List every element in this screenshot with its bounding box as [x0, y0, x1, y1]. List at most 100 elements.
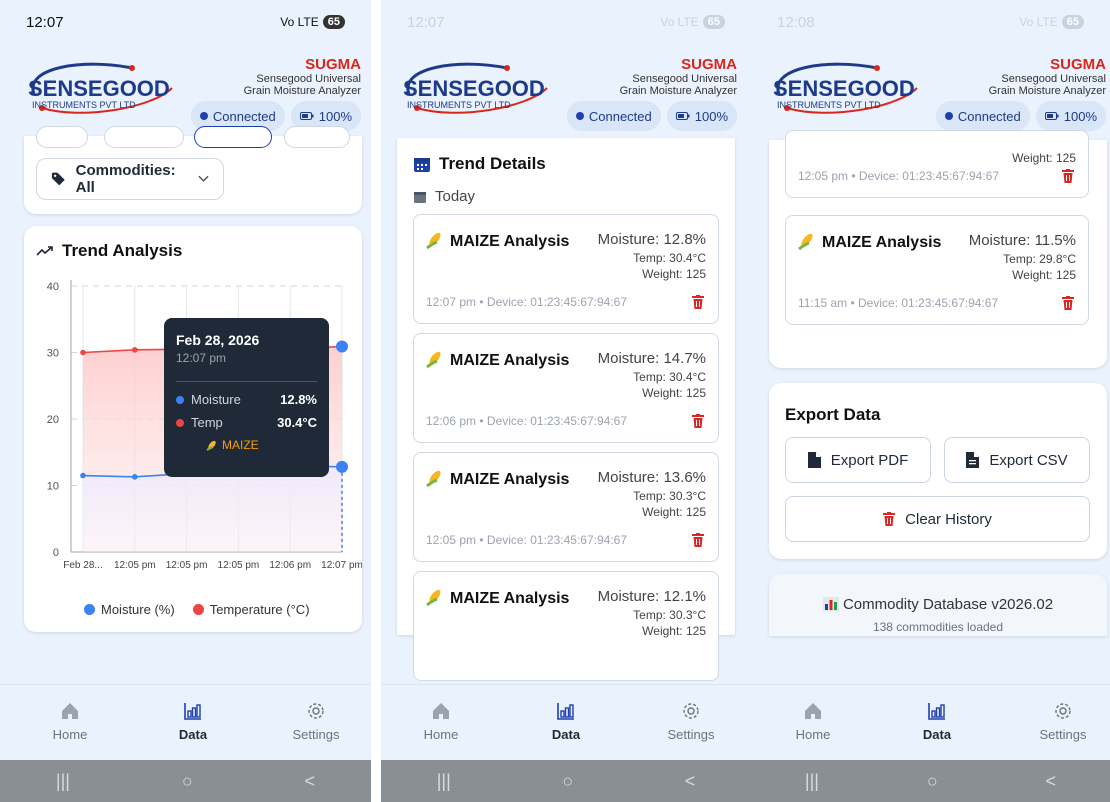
- export-csv-button[interactable]: Export CSV: [944, 437, 1090, 483]
- filter-chip-4[interactable]: [284, 126, 350, 148]
- record-title-label: MAIZE Analysis: [450, 352, 570, 369]
- battery-label: 100%: [694, 108, 728, 124]
- recents-button[interactable]: |||: [437, 771, 451, 792]
- nav-data[interactable]: Data: [897, 701, 977, 742]
- tooltip-temp-label: Temp: [191, 415, 223, 430]
- gear-icon: [308, 703, 324, 719]
- record-temp: Temp: 30.4°C: [633, 251, 706, 265]
- home-icon: [805, 703, 821, 719]
- bottom-nav: Home Data Settings: [751, 684, 1110, 760]
- gear-icon: [1055, 703, 1071, 719]
- connected-pill[interactable]: Connected: [566, 101, 661, 131]
- battery-icon: [299, 112, 314, 120]
- trash-icon[interactable]: [692, 295, 704, 309]
- nav-data[interactable]: Data: [526, 701, 606, 742]
- chart-tooltip: Feb 28, 2026 12:07 pm Moisture 12.8% Temp…: [164, 318, 329, 477]
- filter-chip-2[interactable]: [104, 126, 184, 148]
- svg-text:SENSEGOOD: SENSEGOOD: [403, 76, 545, 101]
- nav-settings[interactable]: Settings: [1023, 701, 1103, 742]
- nav-home[interactable]: Home: [30, 701, 110, 742]
- back-button[interactable]: <: [685, 771, 696, 792]
- y-tick-label: 10: [47, 481, 59, 493]
- record-footer: 12:06 pm • Device: 01:23:45:67:94:67: [426, 414, 628, 428]
- brand-subtitle-2: Grain Moisture Analyzer: [619, 85, 737, 97]
- record-card[interactable]: MAIZE Analysis Moisture: 14.7% Temp: 30.4°…: [413, 333, 719, 443]
- record-weight: Weight: 125: [642, 505, 706, 519]
- battery-icon: [1044, 112, 1059, 120]
- record-temp: Temp: 30.3°C: [633, 489, 706, 503]
- back-button[interactable]: <: [1046, 771, 1057, 792]
- sensegood-logo: SENSEGOOD INSTRUMENTS PVT LTD: [773, 62, 918, 114]
- export-pdf-label: Export PDF: [830, 451, 909, 469]
- trash-icon[interactable]: [1062, 296, 1074, 310]
- system-home-button[interactable]: ○: [562, 771, 573, 792]
- brand-subtitle-2: Grain Moisture Analyzer: [988, 85, 1106, 97]
- recents-button[interactable]: |||: [56, 771, 70, 792]
- trash-icon[interactable]: [692, 533, 704, 547]
- tooltip-commodity-label: MAIZE: [222, 438, 259, 452]
- tooltip-date: Feb 28, 2026: [176, 332, 260, 348]
- commodities-dropdown[interactable]: Commodities: All: [36, 158, 224, 200]
- corn-icon: [426, 470, 441, 488]
- filter-chip-1[interactable]: [36, 126, 88, 148]
- y-tick-label: 0: [53, 547, 59, 559]
- legend-moisture[interactable]: Moisture (%): [84, 602, 175, 617]
- record-card[interactable]: Weight: 125 12:05 pm • Device: 01:23:45:…: [785, 130, 1089, 198]
- system-nav: ||| ○ <: [751, 760, 1110, 802]
- trend-details-label: Trend Details: [439, 154, 546, 173]
- moisture-dot-icon: [84, 604, 95, 615]
- tooltip-temp-row: Temp 30.4°C: [176, 415, 317, 430]
- record-weight: Weight: 125: [1012, 151, 1076, 165]
- app-header: SENSEGOOD INSTRUMENTS PVT LTD SUGMA Sens…: [0, 44, 371, 136]
- record-footer: 12:05 pm • Device: 01:23:45:67:94:67: [798, 169, 1000, 183]
- app-header: SENSEGOOD INSTRUMENTS PVT LTD SUGMA Sens…: [751, 44, 1110, 136]
- status-bar: 12:08 Vo LTE 65: [751, 0, 1110, 44]
- clear-history-button[interactable]: Clear History: [785, 496, 1090, 542]
- connected-pill[interactable]: Connected: [935, 101, 1030, 131]
- export-card: Export Data Export PDF Export CSV Clear …: [769, 383, 1107, 559]
- svg-text:SENSEGOOD: SENSEGOOD: [773, 76, 915, 101]
- system-home-button[interactable]: ○: [927, 771, 938, 792]
- recents-button[interactable]: |||: [805, 771, 819, 792]
- filter-chip-3[interactable]: [194, 126, 272, 148]
- nav-settings-label: Settings: [667, 727, 715, 742]
- x-tick-label: 12:07 pm: [321, 560, 362, 571]
- nav-home[interactable]: Home: [401, 701, 481, 742]
- nav-data[interactable]: Data: [153, 701, 233, 742]
- clear-history-label: Clear History: [905, 510, 992, 528]
- moisture-dot-icon: [176, 395, 184, 404]
- bottom-nav: Home Data Settings: [381, 684, 751, 760]
- file-icon: [807, 452, 821, 468]
- status-bar: 12:07 Vo LTE 65: [381, 0, 751, 44]
- record-card[interactable]: MAIZE Analysis Moisture: 13.6% Temp: 30.3°…: [413, 452, 719, 562]
- temp-dot-icon: [176, 418, 184, 427]
- trash-icon[interactable]: [1062, 169, 1074, 183]
- screen-export: 12:08 Vo LTE 65 SENSEGOOD INSTRUMENTS PVT…: [751, 0, 1110, 802]
- status-icons: Vo LTE 65: [280, 15, 345, 29]
- record-card[interactable]: MAIZE Analysis Moisture: 11.5% Temp: 29.…: [785, 215, 1089, 325]
- brand-block: SUGMA Sensegood Universal Grain Moisture…: [620, 56, 737, 97]
- back-button[interactable]: <: [305, 771, 316, 792]
- trash-icon: [883, 512, 896, 526]
- brand-block: SUGMA Sensegood Universal Grain Moisture…: [989, 56, 1106, 97]
- trash-icon[interactable]: [692, 414, 704, 428]
- battery-label: 100%: [1063, 108, 1097, 124]
- screen-trend-details: 12:07 Vo LTE 65 SENSEGOOD INSTRUMENTS PVT…: [381, 0, 751, 802]
- tooltip-commodity: MAIZE: [206, 438, 317, 452]
- system-home-button[interactable]: ○: [182, 771, 193, 792]
- nav-settings[interactable]: Settings: [651, 701, 731, 742]
- nav-home[interactable]: Home: [773, 701, 853, 742]
- record-card[interactable]: MAIZE Analysis Moisture: 12.8% Temp: 30.4°…: [413, 214, 719, 324]
- nav-data-label: Data: [551, 727, 581, 742]
- nav-data-label: Data: [178, 727, 208, 742]
- brand-name: SUGMA: [1050, 56, 1106, 73]
- bar-chart-icon: [822, 597, 839, 611]
- record-card[interactable]: MAIZE Analysis Moisture: 12.1% Temp: 30.3°…: [413, 571, 719, 681]
- export-pdf-button[interactable]: Export PDF: [785, 437, 931, 483]
- tooltip-moisture-label: Moisture: [191, 392, 241, 407]
- export-csv-label: Export CSV: [989, 451, 1068, 469]
- database-count: 138 commodities loaded: [872, 620, 1004, 634]
- legend-temperature[interactable]: Temperature (°C): [192, 602, 310, 617]
- trend-details-title: Trend Details: [413, 154, 546, 174]
- nav-settings[interactable]: Settings: [276, 701, 356, 742]
